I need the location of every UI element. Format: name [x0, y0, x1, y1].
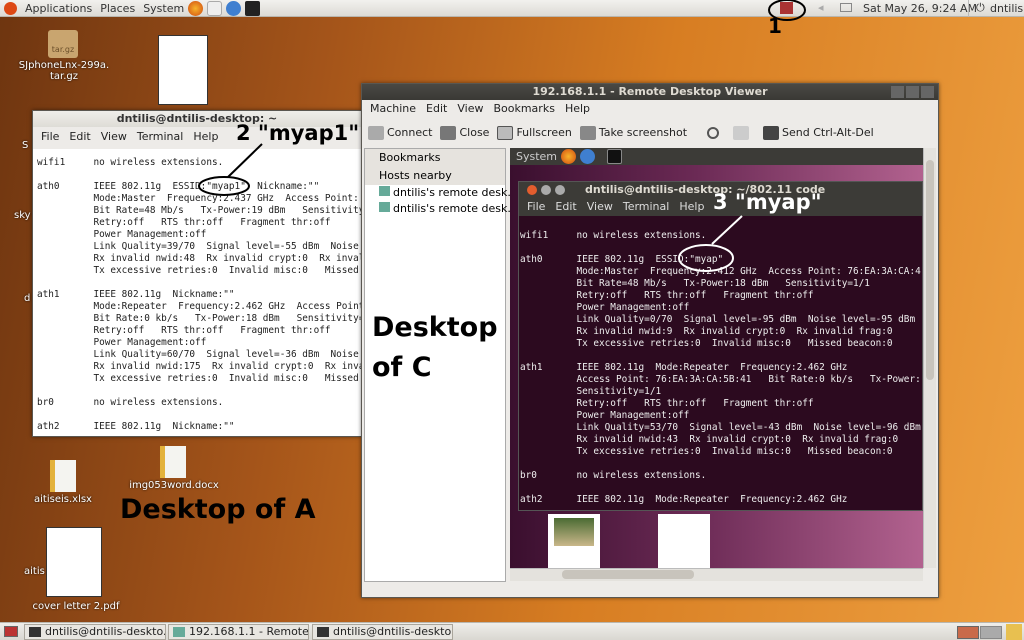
desktop-of-c-label: Desktop of C	[372, 312, 498, 383]
annotation-3: 3 "myap"	[713, 190, 822, 214]
bottom-panel: dntilis@dntilis-deskto... 192.168.1.1 - …	[0, 622, 1024, 640]
terminal-icon	[317, 627, 329, 637]
taskbar-item[interactable]: 192.168.1.1 - Remote ...	[168, 624, 309, 640]
taskbar-item[interactable]: dntilis@dntilis-deskto...	[24, 624, 166, 640]
workspace-2[interactable]	[980, 626, 1002, 639]
trash-icon[interactable]	[1006, 624, 1022, 640]
annotation-line-2	[227, 143, 263, 178]
annotation-2: 2 "myap1"	[236, 121, 360, 145]
taskbar-item[interactable]: dntilis@dntilis-deskto...	[312, 624, 453, 640]
annotation-overlay	[198, 0, 806, 272]
annotation-line-3	[711, 215, 743, 245]
terminal-icon	[29, 627, 41, 637]
workspace-1[interactable]	[957, 626, 979, 639]
desktop-of-a-label: Desktop of A	[120, 494, 316, 525]
remote-desktop-icon	[173, 627, 185, 637]
show-desktop-icon[interactable]	[4, 626, 18, 637]
annotation-1: 1	[768, 14, 782, 38]
annotation-ellipse-3	[678, 244, 734, 272]
annotation-ellipse-2	[198, 176, 250, 196]
